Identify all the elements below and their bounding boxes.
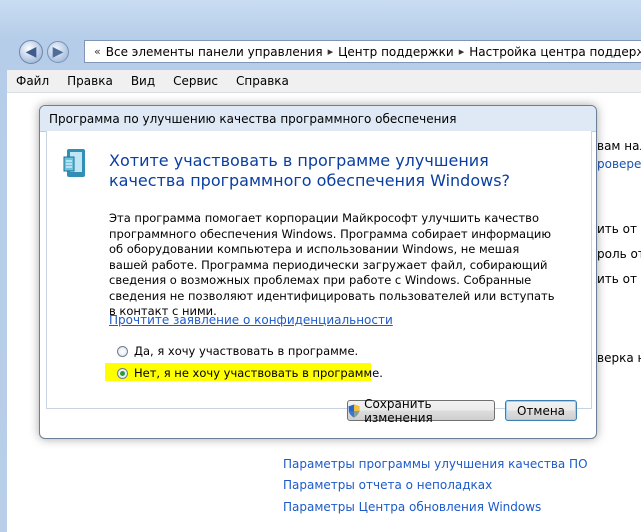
privacy-statement-link[interactable]: Прочтите заявление о конфиденциальности	[109, 313, 393, 327]
dialog-title: Программа по улучшению качества программ…	[49, 112, 457, 126]
background-text: верка на	[597, 351, 641, 365]
background-text: вам нали	[597, 139, 641, 153]
breadcrumb-overflow-icon[interactable]: «	[94, 45, 101, 58]
arrow-right-icon: ▶	[52, 44, 64, 60]
dialog-heading: Хотите участвовать в программе улучшения…	[109, 151, 511, 190]
dialog-titlebar[interactable]: Программа по улучшению качества программ…	[40, 106, 596, 132]
uac-shield-icon	[348, 404, 360, 417]
window-frame: ◀ ▶ « Все элементы панели управления ▸ Ц…	[0, 0, 641, 532]
cancel-label: Отмена	[516, 403, 566, 418]
link-windows-update-settings[interactable]: Параметры Центра обновления Windows	[283, 500, 541, 514]
breadcrumb-action-center[interactable]: Центр поддержки	[338, 45, 454, 59]
cancel-button[interactable]: Отмена	[505, 400, 577, 421]
radio-yes-label: Да, я хочу участвовать в программе.	[134, 344, 359, 358]
background-link[interactable]: роверет	[597, 157, 641, 171]
link-ceip-settings[interactable]: Параметры программы улучшения качества П…	[283, 457, 588, 471]
dialog-description: Эта программа помогает корпорации Майкро…	[109, 211, 555, 318]
background-text: роль от	[597, 247, 641, 261]
radio-button-selected[interactable]	[117, 367, 128, 379]
dialog-body: Хотите участвовать в программе улучшения…	[46, 131, 592, 409]
forward-button[interactable]: ▶	[47, 41, 69, 63]
menu-bar: Файл Правка Вид Сервис Справка	[7, 70, 641, 93]
address-bar[interactable]: « Все элементы панели управления ▸ Центр…	[84, 40, 641, 63]
ceip-program-icon	[63, 149, 85, 177]
navigation-toolbar: ◀ ▶ « Все элементы панели управления ▸ Ц…	[0, 0, 641, 68]
menu-view[interactable]: Вид	[122, 74, 164, 88]
menu-file[interactable]: Файл	[7, 74, 58, 88]
radio-no-participate[interactable]: Нет, я не хочу участвовать в программе.	[117, 366, 383, 380]
back-button[interactable]: ◀	[19, 40, 43, 64]
menu-help[interactable]: Справка	[227, 74, 298, 88]
menu-tools[interactable]: Сервис	[164, 74, 227, 88]
arrow-left-icon: ◀	[25, 44, 37, 60]
save-changes-label: Сохранить изменения	[364, 396, 433, 425]
radio-yes-participate[interactable]: Да, я хочу участвовать в программе.	[117, 344, 358, 358]
menu-edit[interactable]: Правка	[58, 74, 122, 88]
radio-no-label: Нет, я не хочу участвовать в программе.	[134, 366, 383, 380]
background-text: ить от в	[597, 272, 641, 286]
radio-button[interactable]	[117, 345, 128, 357]
link-problem-report-settings[interactable]: Параметры отчета о неполадках	[283, 478, 492, 492]
save-changes-button[interactable]: Сохранить изменения	[347, 397, 495, 425]
breadcrumb-all-items[interactable]: Все элементы панели управления	[106, 45, 323, 59]
ceip-dialog: Программа по улучшению качества программ…	[39, 105, 597, 439]
radio-selected-dot	[120, 370, 125, 376]
background-text: ить от ш	[597, 222, 641, 236]
chevron-right-icon[interactable]: ▸	[459, 45, 465, 58]
chevron-right-icon[interactable]: ▸	[328, 45, 334, 58]
breadcrumb-action-center-settings[interactable]: Настройка центра поддержки	[469, 45, 641, 59]
